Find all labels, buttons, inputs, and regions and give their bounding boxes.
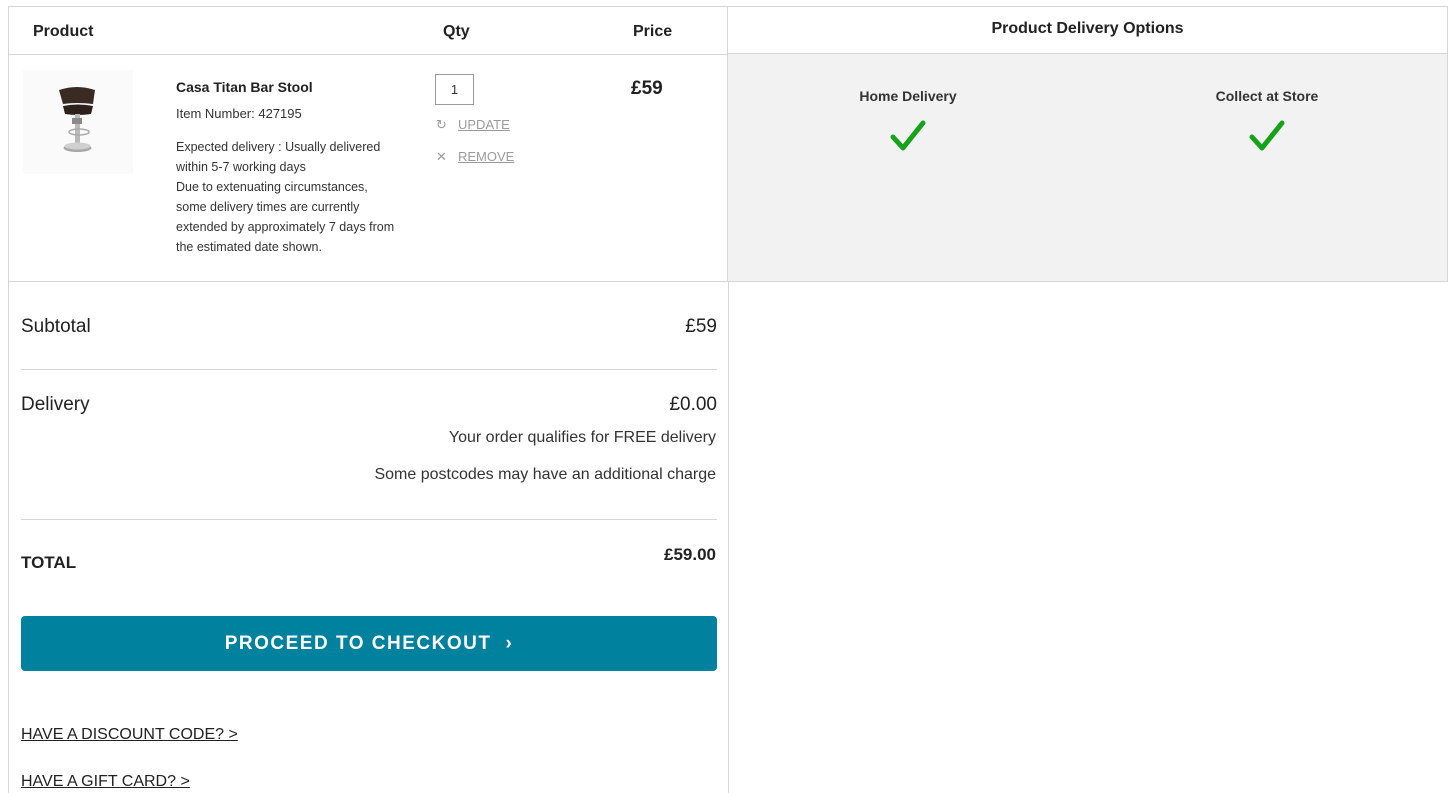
quantity-input[interactable]: 1	[435, 74, 474, 105]
delay-note-text: Due to extenuating circumstances, some d…	[176, 180, 395, 254]
update-button[interactable]: ↻ UPDATE	[436, 117, 510, 133]
item-price: £59	[631, 78, 663, 99]
gift-card-link[interactable]: HAVE A GIFT CARD? >	[21, 773, 190, 791]
item-number: Item Number: 427195	[176, 106, 302, 121]
close-icon: ✕	[436, 149, 447, 164]
order-summary: Subtotal £59 Delivery £0.00 Your order q…	[8, 282, 729, 793]
divider	[21, 369, 717, 370]
bar-stool-image	[23, 70, 133, 174]
header-price: Price	[633, 23, 673, 40]
subtotal-value: £59	[685, 316, 717, 337]
delivery-options-body: Home Delivery Collect at Store	[728, 54, 1447, 281]
remove-label: REMOVE	[458, 149, 515, 164]
discount-code-link[interactable]: HAVE A DISCOUNT CODE? >	[21, 726, 238, 744]
divider	[21, 519, 717, 520]
chevron-right-icon: ›	[505, 632, 514, 654]
delivery-value: £0.00	[669, 394, 717, 415]
product-image[interactable]	[23, 70, 133, 174]
product-name-link[interactable]: Casa Titan Bar Stool	[176, 79, 313, 95]
free-delivery-note: Your order qualifies for FREE delivery	[448, 429, 716, 446]
postcode-note: Some postcodes may have an additional ch…	[374, 466, 716, 483]
expected-delivery-text: Expected delivery : Usually delivered wi…	[176, 140, 381, 174]
home-delivery-label: Home Delivery	[859, 88, 957, 104]
refresh-icon: ↻	[436, 117, 447, 132]
collect-at-store-option: Collect at Store	[1167, 88, 1367, 156]
checkout-label: PROCEED TO CHECKOUT	[224, 632, 492, 654]
collect-at-store-label: Collect at Store	[1215, 88, 1319, 104]
total-label: TOTAL	[21, 553, 77, 572]
header-qty: Qty	[443, 23, 470, 40]
check-icon	[890, 120, 926, 151]
delivery-options-title: Product Delivery Options	[728, 7, 1447, 54]
subtotal-label: Subtotal	[21, 316, 91, 337]
remove-button[interactable]: ✕ REMOVE	[436, 149, 514, 165]
delivery-label: Delivery	[21, 394, 90, 415]
update-label: UPDATE	[458, 117, 510, 132]
check-icon	[1249, 120, 1285, 151]
delivery-info: Expected delivery : Usually delivered wi…	[176, 137, 401, 257]
table-header-row: Product Qty Price	[9, 7, 727, 55]
header-product: Product	[33, 23, 94, 40]
delivery-options-panel: Product Delivery Options Home Delivery C…	[727, 6, 1448, 282]
total-value: £59.00	[664, 545, 716, 564]
home-delivery-option: Home Delivery	[808, 88, 1008, 156]
proceed-to-checkout-button[interactable]: PROCEED TO CHECKOUT ›	[21, 616, 717, 671]
